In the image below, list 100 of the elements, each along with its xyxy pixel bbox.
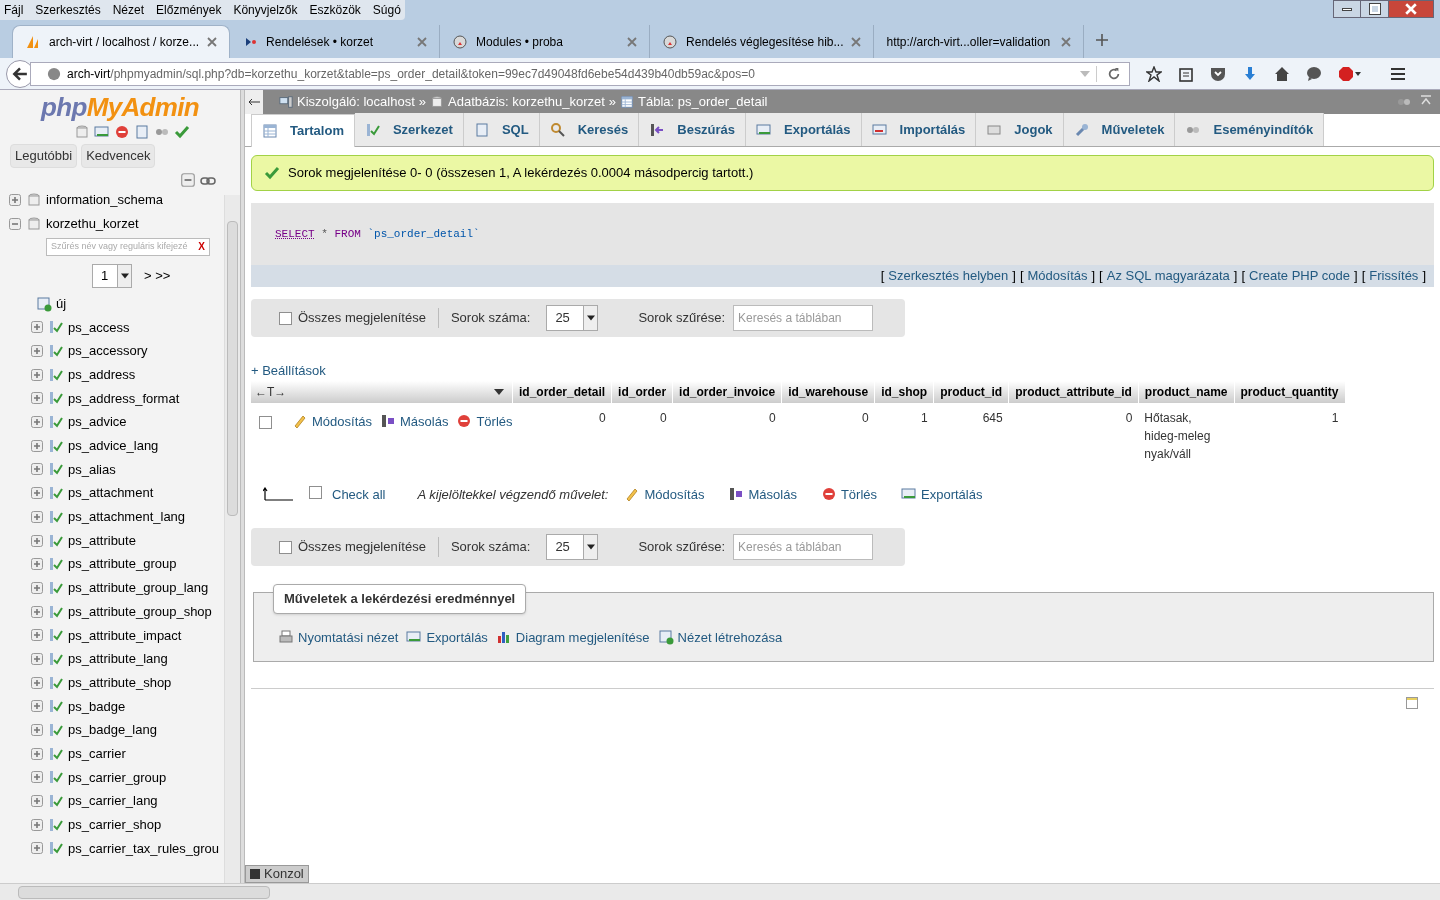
table-name[interactable]: ps_alias [68,459,116,480]
horizontal-scrollbar-thumb[interactable] [18,885,270,899]
table-name[interactable]: ps_attachment_lang [68,507,186,527]
column-header[interactable]: id_order_detail [512,380,612,403]
close-icon[interactable] [417,36,428,47]
table-name[interactable]: ps_attribute_group_lang [68,578,209,598]
database-name[interactable]: information_schema [46,189,164,210]
menu-item[interactable]: Könyvjelzők [233,1,298,19]
menu-item[interactable]: Szerkesztés [35,1,101,19]
menu-item[interactable]: Súgó [372,1,401,19]
table-name[interactable]: ps_attribute_shop [68,672,172,693]
bulk-action-link[interactable]: Exportálás [921,484,983,504]
table-search-field[interactable]: Keresés a táblában [733,305,874,331]
table-name[interactable]: ps_attribute_impact [68,625,182,646]
tab[interactable]: Beszúrás [639,113,747,146]
close-icon[interactable] [851,36,862,47]
dropdown-icon[interactable] [494,387,505,396]
sidebar-tab-button[interactable]: Legutóbbi [10,144,78,168]
tab[interactable]: Műveletek [1063,113,1176,146]
column-header[interactable]: id_order_invoice [672,380,782,403]
column-header[interactable]: id_order [611,380,673,403]
check-all-checkbox[interactable] [309,485,322,499]
bulk-action-link[interactable]: Másolás [748,484,797,504]
query-link[interactable]: Módosítás [1027,266,1088,286]
show-all-checkbox[interactable] [279,540,292,554]
tab[interactable]: Keresés [539,113,640,146]
tab[interactable]: Eseményindítók [1175,113,1325,146]
console-button[interactable]: Konzol [245,865,309,883]
page-select[interactable]: 1 [92,263,132,288]
table-name[interactable]: ps_carrier_tax_rules_grou [68,838,220,859]
logo[interactable]: phpMyAdmin [40,94,200,120]
query-link[interactable]: Szerkesztés helyben [888,266,1009,286]
chat-icon[interactable] [1306,65,1322,82]
sidebar-tab-button[interactable]: Kedvencek [81,144,156,168]
minimize-button[interactable] [1333,0,1361,18]
rows-select[interactable]: 25 [546,305,599,331]
table-name[interactable]: ps_address [68,364,136,385]
column-header[interactable]: id_shop [874,380,934,403]
query-link[interactable]: Frissítés [1369,266,1419,286]
table-name[interactable]: ps_attribute_group [68,554,177,574]
table-name[interactable]: ps_carrier_lang [68,791,158,811]
check-all-link[interactable]: Check all [332,484,386,504]
table-name[interactable]: ps_attribute_group_shop [68,601,212,622]
breadcrumb-link[interactable]: Kiszolgáló: localhost [297,92,415,112]
column-arrows[interactable]: ←T→ [255,382,287,401]
collapse-up-icon[interactable] [1420,94,1432,106]
clipboard-icon[interactable] [1178,65,1194,82]
collapse-icon[interactable] [8,216,22,231]
rows-select[interactable]: 25 [546,534,599,560]
tab[interactable]: Exportálás [746,113,862,146]
reload-icon[interactable] [1107,66,1121,81]
row-action-link[interactable]: Törlés [476,411,513,431]
show-all-checkbox[interactable] [279,311,292,325]
menu-icon[interactable] [1390,65,1406,82]
table-name[interactable]: ps_carrier_shop [68,815,162,835]
table-name[interactable]: ps_accessory [68,341,148,361]
bulk-action-link[interactable]: Törlés [840,484,877,504]
query-link[interactable]: Create PHP code [1249,266,1350,286]
database-name[interactable]: korzethu_korzet [46,213,139,234]
address-bar[interactable]: arch-virt/phpmyadmin/sql.php?db=korzethu_korzet&table=ps_order_detail&token=99ec7d49048fd6ebe54d439b40db59ac&pos=0 [30,61,1130,86]
column-header[interactable]: product_quantity [1234,380,1345,403]
operation-link[interactable]: Exportálás [426,627,488,647]
tab[interactable]: SQL [463,113,540,146]
row-checkbox[interactable] [259,415,272,429]
table-name[interactable]: ps_attachment [68,483,154,503]
menu-item[interactable]: Nézet [112,1,145,19]
table-name[interactable]: ps_attribute [68,530,136,551]
table-name[interactable]: ps_badge [68,696,126,717]
restore-button[interactable] [1361,0,1388,18]
settings-link[interactable]: + Beállítások [251,363,326,378]
menu-item[interactable]: Előzmények [156,1,222,19]
star-icon[interactable] [1146,65,1162,82]
table-name[interactable]: ps_address_format [68,388,180,409]
table-name[interactable]: ps_badge_lang [68,720,157,740]
new-tab-icon[interactable] [1096,34,1109,46]
bulk-action-link[interactable]: Módosítás [644,484,705,504]
column-header[interactable]: product_id [933,380,1009,403]
table-search-field[interactable]: Keresés a táblában [733,534,874,560]
row-action-link[interactable]: Másolás [400,411,449,431]
row-action-link[interactable]: Módosítás [312,411,372,431]
column-header[interactable]: product_name [1138,380,1235,403]
download-icon[interactable] [1242,65,1258,82]
menu-item[interactable]: Fájl [4,1,24,19]
operation-link[interactable]: Diagram megjelenítése [515,627,650,647]
table-name[interactable]: ps_carrier [68,743,126,764]
table-name[interactable]: ps_attribute_lang [68,649,168,669]
expand-icon[interactable] [8,192,22,207]
close-button[interactable] [1388,0,1434,18]
breadcrumb-link[interactable]: Adatbázis: korzethu_korzet [448,92,605,112]
clear-filter-button[interactable]: X [198,239,205,254]
close-icon[interactable] [207,37,218,47]
operation-link[interactable]: Nyomtatási nézet [298,627,399,647]
tab[interactable]: Jogok [976,113,1064,146]
table-name[interactable]: ps_access [68,317,130,338]
column-header[interactable]: id_warehouse [781,380,875,403]
column-menu-header[interactable]: ←T→ [251,380,513,403]
operation-link[interactable]: Nézet létrehozása [677,627,783,647]
tab[interactable]: Szerkezet [354,113,464,146]
breadcrumb-link[interactable]: Tábla: ps_order_detail [638,92,768,112]
table-name[interactable]: ps_advice_lang [68,436,159,456]
